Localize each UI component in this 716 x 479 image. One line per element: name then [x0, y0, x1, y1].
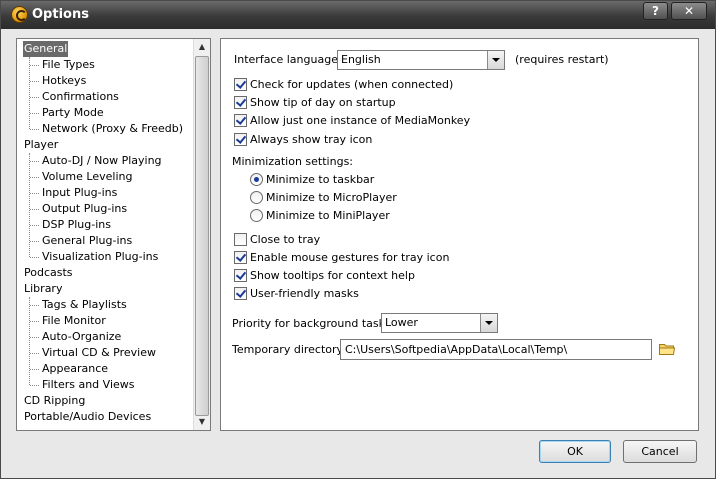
temp-directory-label: Temporary directory: — [232, 343, 346, 356]
check-updates-label[interactable]: Check for updates (when connected) — [250, 78, 453, 92]
tree-connector — [30, 241, 39, 242]
interface-language-select[interactable]: English — [337, 50, 505, 70]
scroll-down-icon[interactable]: ▼ — [194, 414, 210, 430]
tree-connector — [29, 153, 30, 257]
check-updates-checkbox[interactable] — [234, 78, 247, 91]
tree-connector — [30, 113, 39, 114]
tray-icon-label[interactable]: Always show tray icon — [250, 133, 372, 147]
tree-scrollbar[interactable]: ▲ ▼ — [193, 39, 210, 430]
window-title: Options — [32, 7, 89, 22]
priority-value: Lower — [385, 316, 418, 329]
tree-item[interactable]: Hotkeys — [41, 73, 87, 89]
title-bar: Options ? ✕ — [1, 1, 715, 29]
chevron-down-icon[interactable] — [487, 51, 504, 69]
tree-item[interactable]: Output Plug-ins — [41, 201, 128, 217]
tree-item[interactable]: Visualization Plug-ins — [41, 249, 159, 265]
close-to-tray-checkbox[interactable] — [234, 233, 247, 246]
mouse-gestures-checkbox[interactable] — [234, 251, 247, 264]
tree-item[interactable]: Party Mode — [41, 105, 105, 121]
tree-item[interactable]: File Monitor — [41, 313, 107, 329]
tree-connector — [30, 353, 39, 354]
tree-item[interactable]: Tags & Playlists — [41, 297, 128, 313]
minimize-taskbar-label[interactable]: Minimize to taskbar — [266, 173, 374, 187]
tree-item[interactable]: Auto-Organize — [41, 329, 122, 345]
close-button[interactable]: ✕ — [671, 2, 707, 20]
tree-item[interactable]: Filters and Views — [41, 377, 136, 393]
tree-connector — [30, 257, 39, 258]
temp-directory-value: C:\Users\Softpedia\AppData\Local\Temp\ — [345, 343, 568, 356]
tree-connector — [30, 81, 39, 82]
minimize-miniplayer-label[interactable]: Minimize to MiniPlayer — [266, 209, 390, 223]
priority-label: Priority for background tasks: — [232, 317, 395, 330]
tree-connector — [30, 305, 39, 306]
minimize-microplayer-radio[interactable] — [250, 191, 263, 204]
tree-connector — [30, 321, 39, 322]
mediamonkey-logo-icon — [11, 6, 28, 23]
tray-icon-checkbox[interactable] — [234, 133, 247, 146]
minimize-microplayer-label[interactable]: Minimize to MicroPlayer — [266, 191, 397, 205]
scroll-up-icon[interactable]: ▲ — [194, 39, 210, 55]
close-to-tray-label[interactable]: Close to tray — [250, 233, 320, 247]
tree-category[interactable]: Podcasts — [23, 265, 74, 281]
tree-connector — [29, 297, 30, 385]
tree-category[interactable]: CD Ripping — [23, 393, 86, 409]
restart-note: (requires restart) — [515, 53, 609, 66]
tree-item[interactable]: File Types — [41, 57, 96, 73]
help-button[interactable]: ? — [643, 2, 668, 20]
ok-button[interactable]: OK — [539, 440, 611, 463]
tree-category[interactable]: Library — [23, 281, 63, 297]
tooltips-checkbox[interactable] — [234, 269, 247, 282]
priority-select[interactable]: Lower — [381, 313, 498, 333]
tooltips-label[interactable]: Show tooltips for context help — [250, 269, 415, 283]
tree-item[interactable]: Volume Leveling — [41, 169, 133, 185]
cancel-button[interactable]: Cancel — [623, 440, 697, 463]
tree-item[interactable]: Confirmations — [41, 89, 120, 105]
tree-connector — [30, 65, 39, 66]
minimization-settings-label: Minimization settings: — [232, 155, 353, 168]
chevron-down-icon[interactable] — [480, 314, 497, 332]
minimize-taskbar-radio[interactable] — [250, 173, 263, 186]
minimize-miniplayer-radio[interactable] — [250, 209, 263, 222]
interface-language-label: Interface language: — [234, 53, 342, 66]
interface-language-value: English — [341, 53, 381, 66]
tree-item[interactable]: DSP Plug-ins — [41, 217, 112, 233]
tip-of-day-label[interactable]: Show tip of day on startup — [250, 96, 396, 110]
tree-item[interactable]: Input Plug-ins — [41, 185, 118, 201]
scroll-thumb[interactable] — [195, 56, 209, 416]
tree-item[interactable]: Appearance — [41, 361, 109, 377]
tree-item[interactable]: Auto-DJ / Now Playing — [41, 153, 163, 169]
tree-item[interactable]: Network (Proxy & Freedb) — [41, 121, 184, 137]
mouse-gestures-label[interactable]: Enable mouse gestures for tray icon — [250, 251, 449, 265]
tree-category[interactable]: Portable/Audio Devices — [23, 409, 152, 425]
tree-connector — [30, 193, 39, 194]
temp-directory-field[interactable]: C:\Users\Softpedia\AppData\Local\Temp\ — [340, 339, 652, 360]
user-masks-checkbox[interactable] — [234, 287, 247, 300]
tree-connector — [30, 161, 39, 162]
tree-category[interactable]: General — [23, 41, 69, 57]
tree-connector — [30, 129, 39, 130]
tree-connector — [30, 209, 39, 210]
tip-of-day-checkbox[interactable] — [234, 96, 247, 109]
tree-connector — [30, 225, 39, 226]
tree-connector — [29, 57, 30, 129]
tree-connector — [30, 337, 39, 338]
user-masks-label[interactable]: User-friendly masks — [250, 287, 359, 301]
options-tree: General File Types Hotkeys Confirmations Par… — [16, 38, 211, 431]
options-window: Options ? ✕ General File Types Hotkeys Conf… — [0, 0, 716, 479]
one-instance-label[interactable]: Allow just one instance of MediaMonkey — [250, 114, 470, 128]
tree-connector — [30, 385, 39, 386]
tree-item[interactable]: General Plug-ins — [41, 233, 133, 249]
tree-category[interactable]: Player — [23, 137, 59, 153]
tree-connector — [30, 97, 39, 98]
tree-connector — [30, 369, 39, 370]
tree-connector — [30, 177, 39, 178]
tree-item[interactable]: Virtual CD & Preview — [41, 345, 157, 361]
general-settings-panel: Interface language: English (requires re… — [220, 38, 699, 431]
one-instance-checkbox[interactable] — [234, 114, 247, 127]
folder-browse-icon[interactable] — [659, 343, 675, 355]
